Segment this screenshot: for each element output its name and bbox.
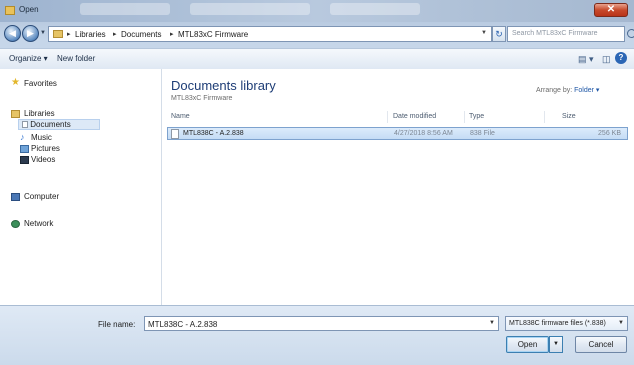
file-list-pane: Documents library MTL83xC Firmware Arran…	[162, 69, 634, 305]
file-type-value: MTL838C firmware files (*.838)	[509, 320, 606, 327]
breadcrumb-libraries[interactable]: Libraries	[75, 30, 106, 39]
nav-videos[interactable]: Videos	[31, 155, 55, 164]
back-arrow-icon[interactable]: ◀	[4, 25, 21, 42]
arrange-by-label: Arrange by:	[536, 87, 573, 94]
dialog-footer: File name: MTL838C - A.2.838 ▼ MTL838C f…	[0, 305, 634, 365]
file-type: 838 File	[470, 130, 495, 137]
breadcrumb-documents[interactable]: Documents	[121, 30, 161, 39]
command-toolbar: Organize ▾ New folder ▤ ▾ ◫ ?	[0, 48, 634, 70]
chevron-down-icon[interactable]: ▼	[618, 320, 624, 326]
recent-pages-chevron-icon[interactable]: ▼	[40, 30, 46, 36]
window-title: Open	[19, 5, 39, 14]
videos-icon	[20, 156, 29, 164]
file-type-select[interactable]: MTL838C firmware files (*.838) ▼	[505, 316, 628, 331]
nav-music[interactable]: Music	[31, 133, 52, 142]
library-icon	[53, 30, 63, 38]
pictures-icon	[20, 145, 29, 153]
library-icon	[11, 110, 20, 118]
network-icon	[11, 220, 20, 228]
nav-documents-label: Documents	[30, 120, 71, 129]
new-folder-button[interactable]: New folder	[57, 54, 95, 63]
chevron-right-icon[interactable]: ▸	[67, 30, 71, 38]
column-divider[interactable]	[544, 111, 545, 123]
music-note-icon: ♪	[20, 132, 25, 142]
background-blur	[190, 3, 310, 15]
address-row: ◀ ▶ ▼ ▸ Libraries ▸ Documents ▸ MTL83xC …	[0, 22, 634, 46]
arrange-by-dropdown[interactable]: Folder ▾	[574, 87, 599, 94]
chevron-right-icon[interactable]: ▸	[170, 30, 174, 38]
nav-libraries[interactable]: Libraries	[24, 109, 55, 118]
file-name-label: File name:	[98, 320, 136, 329]
document-icon	[22, 121, 28, 128]
file-icon	[171, 129, 179, 139]
arrange-by: Arrange by: Folder ▾	[536, 86, 599, 94]
open-dialog: Open ✕ ◀ ▶ ▼ ▸ Libraries ▸ Documents ▸ M…	[0, 0, 634, 365]
star-icon: ★	[11, 77, 20, 88]
chevron-right-icon[interactable]: ▸	[113, 30, 117, 38]
folder-icon	[5, 6, 15, 15]
nav-favorites[interactable]: Favorites	[24, 79, 57, 88]
organize-button[interactable]: Organize ▾	[9, 54, 48, 63]
search-input[interactable]: Search MTL83xC Firmware	[507, 26, 634, 42]
search-icon[interactable]	[627, 29, 634, 38]
library-subtitle: MTL83xC Firmware	[171, 95, 233, 102]
search-placeholder: Search MTL83xC Firmware	[512, 30, 598, 37]
column-divider[interactable]	[464, 111, 465, 123]
file-name-value: MTL838C - A.2.838	[148, 320, 218, 329]
close-button[interactable]: ✕	[594, 3, 628, 17]
library-title: Documents library	[171, 78, 276, 93]
cancel-button[interactable]: Cancel	[575, 336, 627, 353]
column-header-size[interactable]: Size	[562, 113, 576, 120]
refresh-icon[interactable]: ↻	[492, 26, 506, 42]
file-name: MTL838C - A.2.838	[183, 130, 244, 137]
computer-icon	[11, 193, 20, 201]
open-button[interactable]: Open	[506, 336, 549, 353]
chevron-down-icon[interactable]: ▼	[489, 320, 495, 326]
column-header-date[interactable]: Date modified	[393, 113, 436, 120]
chevron-down-icon[interactable]: ▼	[481, 30, 487, 36]
file-size: 256 KB	[598, 130, 621, 137]
forward-arrow-icon[interactable]: ▶	[22, 25, 39, 42]
nav-pictures[interactable]: Pictures	[31, 144, 60, 153]
views-icon[interactable]: ▤ ▾	[578, 54, 594, 65]
column-header-type[interactable]: Type	[469, 113, 484, 120]
nav-computer[interactable]: Computer	[24, 192, 59, 201]
title-bar[interactable]: Open ✕	[0, 0, 634, 22]
open-options-chevron-icon[interactable]: ▼	[549, 336, 563, 353]
background-blur	[80, 3, 170, 15]
breadcrumb-firmware[interactable]: MTL83xC Firmware	[178, 30, 248, 39]
background-blur	[330, 3, 420, 15]
table-row[interactable]: MTL838C - A.2.838 4/27/2018 8:56 AM 838 …	[167, 127, 628, 140]
column-divider[interactable]	[387, 111, 388, 123]
file-date: 4/27/2018 8:56 AM	[394, 130, 453, 137]
column-header-name[interactable]: Name	[171, 113, 190, 120]
file-name-input[interactable]: MTL838C - A.2.838 ▼	[144, 316, 499, 331]
help-icon[interactable]: ?	[615, 52, 627, 64]
preview-pane-icon[interactable]: ◫	[602, 54, 611, 65]
nav-network[interactable]: Network	[24, 219, 53, 228]
address-bar[interactable]: ▸ Libraries ▸ Documents ▸ MTL83xC Firmwa…	[48, 26, 492, 42]
nav-documents[interactable]: Documents	[18, 119, 100, 130]
navigation-pane: ★ Favorites Libraries Documents ♪ Music …	[0, 69, 162, 305]
